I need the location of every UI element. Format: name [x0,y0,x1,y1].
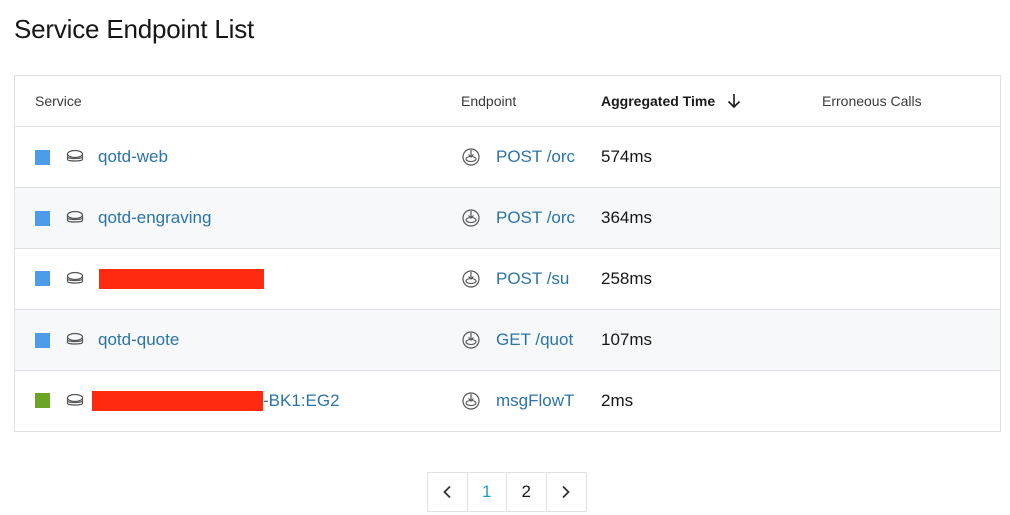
service-color-swatch [35,210,50,226]
page-button-1[interactable]: 1 [468,473,507,511]
aggregated-time: 258ms [601,269,653,288]
chevron-left-icon [443,485,451,499]
redaction-block [92,391,263,412]
column-header-service[interactable]: Service [15,93,461,109]
service-link[interactable]: qotd-quote [98,330,179,350]
table-row: qotd-engraving POST /orc 364ms [15,188,1000,249]
endpoint-link[interactable]: msgFlowT [496,391,576,411]
service-color-swatch [35,332,50,348]
database-icon [66,209,84,227]
page-button-2[interactable]: 2 [507,473,547,511]
endpoint-icon [461,330,481,350]
aggregated-time: 364ms [601,208,653,227]
previous-page-button[interactable] [428,473,468,511]
table-row: POST /su 258ms [15,249,1000,310]
service-color-swatch [35,149,50,165]
database-icon [66,270,84,288]
service-link[interactable] [98,269,264,290]
endpoint-icon [461,269,481,289]
endpoint-icon [461,391,481,411]
next-page-button[interactable] [547,473,586,511]
service-link[interactable]: qotd-web [98,147,168,167]
table-row: qotd-web POST /orc 574ms [15,127,1000,188]
column-header-time-label: Aggregated Time [601,93,716,109]
endpoint-link[interactable]: POST /orc [496,147,576,167]
table-header: Service Endpoint Aggregated Time Erroneo… [15,76,1000,127]
chevron-right-icon [562,485,571,499]
pagination: 1 2 [427,472,587,512]
endpoint-link[interactable]: POST /orc [496,208,576,228]
aggregated-time: 574ms [601,147,653,166]
endpoint-table: Service Endpoint Aggregated Time Erroneo… [14,75,1001,432]
endpoint-link[interactable]: GET /quot [496,330,576,350]
aggregated-time: 2ms [601,391,634,410]
service-link[interactable]: -BK1:EG2 [92,391,340,412]
aggregated-time: 107ms [601,330,653,349]
table-row: -BK1:EG2 msgFlowT 2ms [15,371,1000,431]
database-icon [66,392,84,410]
column-header-errors[interactable]: Erroneous Calls [822,93,1000,109]
service-color-swatch [35,271,50,287]
database-icon [66,331,84,349]
endpoint-icon [461,208,481,228]
database-icon [66,148,84,166]
service-color-swatch [35,393,50,409]
column-header-time[interactable]: Aggregated Time [601,93,822,109]
column-header-endpoint[interactable]: Endpoint [461,93,601,109]
sort-descending-icon[interactable] [727,93,741,109]
service-link[interactable]: qotd-engraving [98,208,211,228]
redaction-block [99,269,264,290]
endpoint-link[interactable]: POST /su [496,269,576,289]
table-row: qotd-quote GET /quot 107ms [15,310,1000,371]
page-title: Service Endpoint List [14,14,255,44]
endpoint-icon [461,147,481,167]
